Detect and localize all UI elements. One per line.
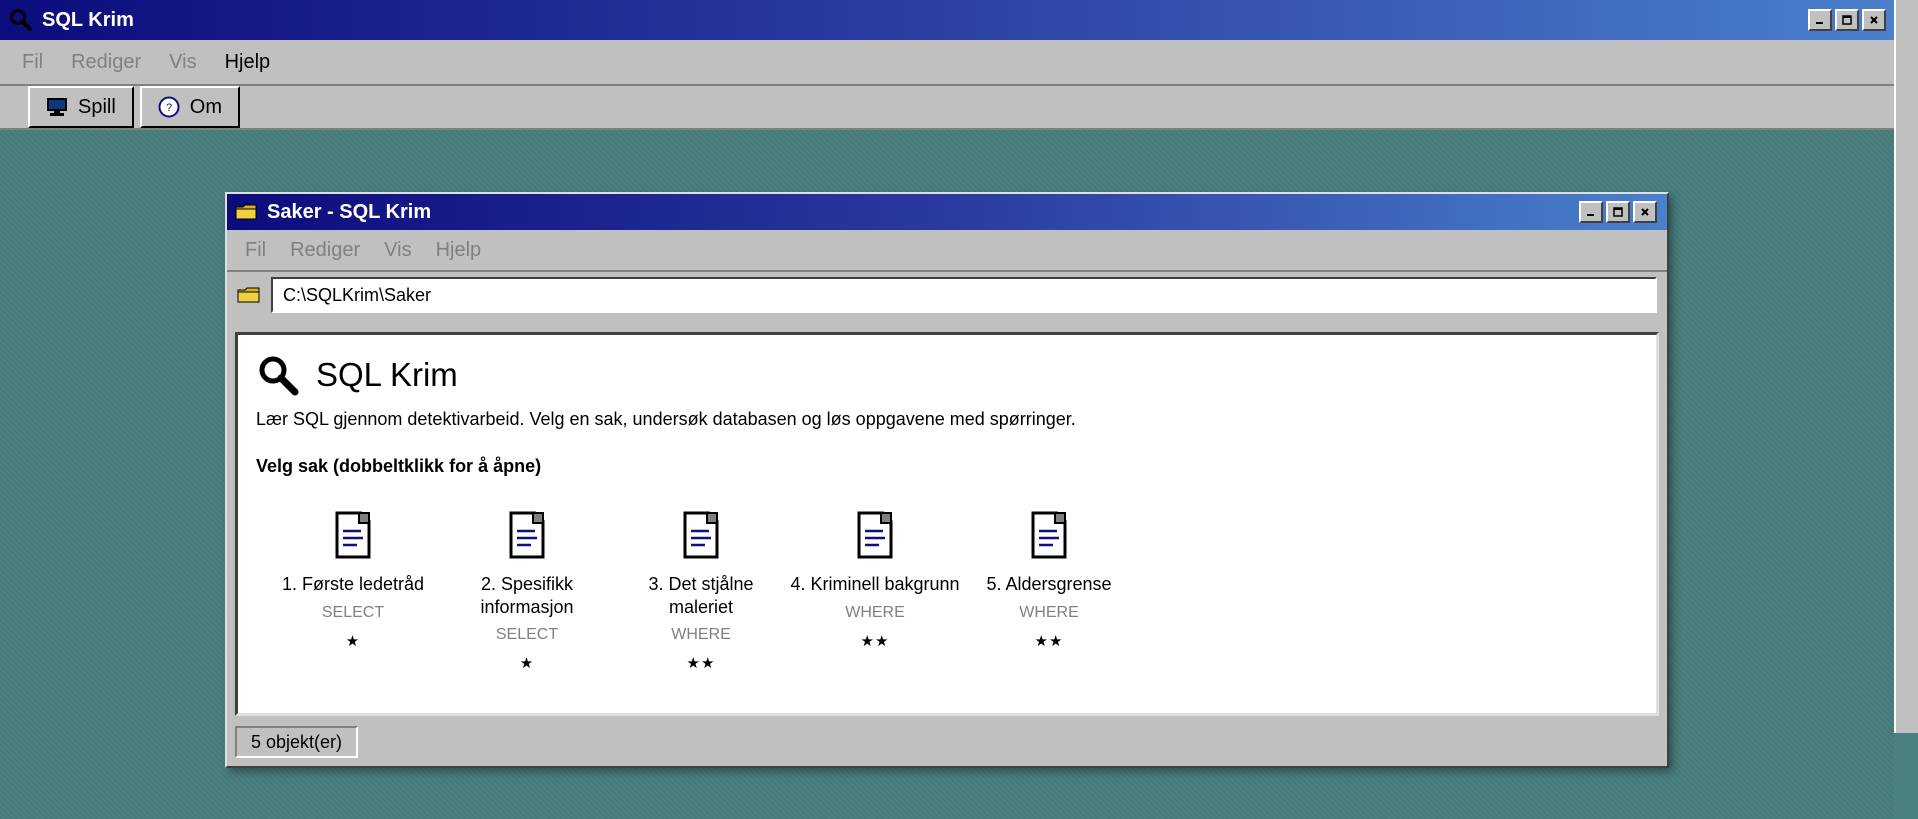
- minimize-icon: [1816, 22, 1823, 24]
- about-button[interactable]: ? Om: [139, 86, 241, 128]
- maximize-icon: [1613, 207, 1623, 217]
- case-tag: SELECT: [495, 626, 559, 643]
- cases-window-title: Saker - SQL Krim: [267, 200, 432, 223]
- close-icon: [1641, 208, 1649, 216]
- menu-vis[interactable]: Vis: [372, 239, 423, 262]
- magnifier-icon: [10, 9, 32, 31]
- app-toolbar: Spill ? Om: [0, 86, 1894, 130]
- document-icon: [335, 511, 371, 559]
- minimize-button[interactable]: [1808, 9, 1832, 31]
- case-difficulty: ★: [345, 632, 361, 650]
- play-label: Spill: [78, 95, 116, 118]
- cases-window-controls: [1579, 201, 1657, 223]
- menu-vis[interactable]: Vis: [155, 51, 210, 74]
- document-icon: [857, 511, 893, 559]
- status-count: 5 objekt(er): [235, 726, 359, 758]
- case-item[interactable]: 3. Det stjålne maleriet WHERE ★★: [614, 511, 788, 672]
- close-button[interactable]: [1633, 201, 1657, 223]
- case-title: 4. Kriminell bakgrunn: [790, 574, 960, 594]
- about-label: Om: [189, 95, 223, 118]
- cases-window-titlebar[interactable]: Saker - SQL Krim: [227, 194, 1667, 230]
- play-button[interactable]: Spill: [28, 86, 134, 128]
- app-title: SQL Krim: [42, 8, 134, 31]
- case-difficulty: ★★: [686, 655, 716, 672]
- case-item[interactable]: 2. Spesifikk informasjon SELECT ★: [440, 511, 614, 672]
- menu-fil[interactable]: Fil: [8, 51, 57, 74]
- menu-rediger[interactable]: Rediger: [278, 239, 372, 262]
- maximize-button[interactable]: [1606, 201, 1630, 223]
- case-tag: WHERE: [671, 626, 731, 643]
- document-icon: [1031, 511, 1067, 559]
- menu-hjelp[interactable]: Hjelp: [211, 51, 285, 74]
- menu-fil[interactable]: Fil: [233, 239, 278, 262]
- app-titlebar: SQL Krim: [0, 0, 1894, 40]
- magnifier-icon: [259, 356, 299, 396]
- case-tag: WHERE: [1019, 603, 1079, 621]
- document-icon: [509, 511, 545, 559]
- case-list: 1. Første ledetråd SELECT ★ 2. Spesifikk…: [256, 511, 1638, 672]
- maximize-button[interactable]: [1835, 9, 1859, 31]
- address-input[interactable]: [271, 277, 1657, 313]
- app-menubar: Fil Rediger Vis Hjelp: [0, 40, 1894, 86]
- case-difficulty: ★★: [860, 632, 890, 650]
- case-tag: WHERE: [845, 603, 905, 621]
- scrollbar-gap: [1894, 733, 1918, 819]
- vertical-scrollbar[interactable]: [1894, 0, 1918, 733]
- case-title: 2. Spesifikk informasjon: [480, 574, 574, 617]
- case-difficulty: ★: [519, 655, 535, 672]
- minimize-button[interactable]: [1579, 201, 1603, 223]
- hero: SQL Krim: [256, 353, 1638, 397]
- address-bar: [227, 272, 1667, 318]
- case-item[interactable]: 5. Aldersgrense WHERE ★★: [962, 511, 1136, 672]
- menu-hjelp[interactable]: Hjelp: [424, 239, 494, 262]
- maximize-icon: [1842, 15, 1852, 25]
- cases-content: SQL Krim Lær SQL gjennom detektivarbeid.…: [235, 332, 1659, 716]
- folder-icon: [237, 287, 260, 303]
- statusbar: 5 objekt(er): [235, 726, 359, 758]
- intro-text: Lær SQL gjennom detektivarbeid. Velg en …: [256, 409, 1076, 429]
- close-button[interactable]: [1862, 9, 1886, 31]
- app-window-controls: [1808, 9, 1886, 31]
- page-title: SQL Krim: [316, 356, 458, 393]
- computer-icon: [47, 98, 67, 116]
- document-icon: [683, 511, 719, 559]
- folder-icon: [235, 204, 257, 220]
- menu-rediger[interactable]: Rediger: [57, 51, 155, 74]
- case-tag: SELECT: [321, 603, 385, 621]
- cases-window-menubar: Fil Rediger Vis Hjelp: [227, 230, 1667, 272]
- close-icon: [1870, 16, 1878, 24]
- case-title: 3. Det stjålne maleriet: [648, 574, 754, 617]
- help-icon: ?: [158, 96, 180, 118]
- svg-text:?: ?: [166, 102, 172, 114]
- case-item[interactable]: 1. Første ledetråd SELECT ★: [266, 511, 440, 672]
- minimize-icon: [1587, 214, 1594, 216]
- case-title: 5. Aldersgrense: [986, 574, 1112, 594]
- cases-window: Saker - SQL Krim Fil Rediger Vis Hjelp C…: [225, 192, 1669, 768]
- section-label: Velg sak (dobbeltklikk for å åpne): [256, 456, 542, 476]
- case-difficulty: ★★: [1034, 632, 1064, 650]
- case-title: 1. Første ledetråd: [281, 574, 425, 594]
- case-item[interactable]: 4. Kriminell bakgrunn WHERE ★★: [788, 511, 962, 672]
